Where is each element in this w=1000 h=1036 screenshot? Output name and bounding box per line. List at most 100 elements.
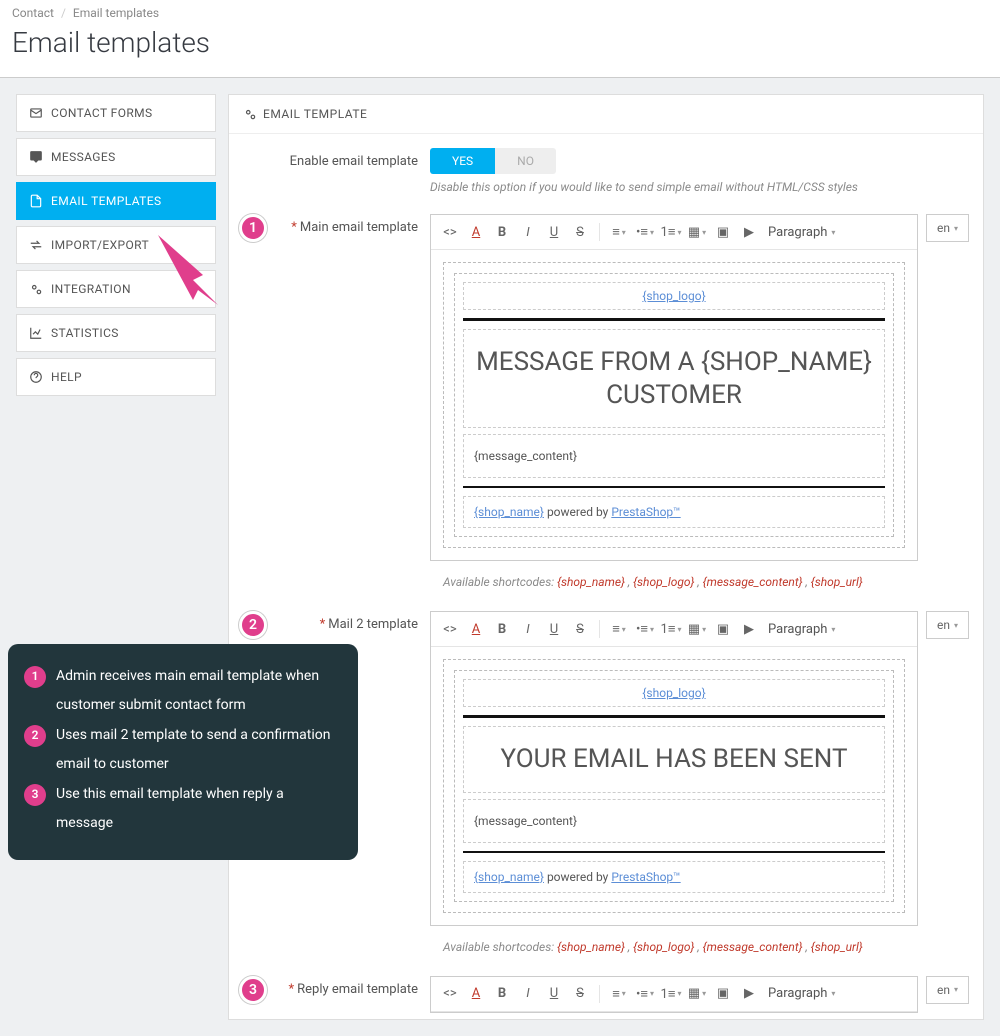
sidebar-item-integration[interactable]: INTEGRATION xyxy=(16,270,216,308)
editor-toolbar: <> A B I U S ≡ •≡ 1≡ ▦ ▣ ▶ xyxy=(431,215,917,250)
main-template-label: Main email template xyxy=(300,220,418,235)
badge-3: 3 xyxy=(239,976,267,1004)
video-icon[interactable]: ▶ xyxy=(738,983,760,1005)
shortcodes-1: Available shortcodes: {shop_name} , {sho… xyxy=(429,575,983,597)
legend-badge-3: 3 xyxy=(24,784,46,806)
file-icon xyxy=(29,194,43,208)
legend-text-1: Admin receives main email template when … xyxy=(56,662,342,721)
sidebar-item-help[interactable]: HELP xyxy=(16,358,216,396)
tpl-footer: {shop_name} powered by PrestaShop™ xyxy=(463,861,885,893)
paragraph-dropdown[interactable]: Paragraph xyxy=(764,225,839,240)
legend-badge-2: 2 xyxy=(24,725,46,747)
legend-badge-1: 1 xyxy=(24,666,46,688)
bold-icon[interactable]: B xyxy=(491,983,513,1005)
breadcrumb-sep: / xyxy=(61,6,66,20)
shortcodes-2: Available shortcodes: {shop_name} , {sho… xyxy=(429,940,983,962)
tpl-logo: {shop_logo} xyxy=(463,282,885,310)
image-icon[interactable]: ▣ xyxy=(712,221,734,243)
required-asterisk: * xyxy=(289,982,295,997)
sidebar-item-statistics[interactable]: STATISTICS xyxy=(16,314,216,352)
sidebar-item-label: EMAIL TEMPLATES xyxy=(51,194,161,208)
breadcrumb-current: Email templates xyxy=(73,6,159,20)
font-color-icon[interactable]: A xyxy=(465,983,487,1005)
number-list-icon[interactable]: 1≡ xyxy=(660,618,682,640)
lang-dropdown[interactable]: en xyxy=(926,976,969,1004)
italic-icon[interactable]: I xyxy=(517,221,539,243)
enable-toggle[interactable]: YES NO xyxy=(430,148,556,174)
table-icon[interactable]: ▦ xyxy=(686,618,708,640)
sidebar-item-label: IMPORT/EXPORT xyxy=(51,238,149,252)
bullet-list-icon[interactable]: •≡ xyxy=(634,221,656,243)
enable-label: Enable email template xyxy=(243,148,418,194)
sidebar: CONTACT FORMS MESSAGES EMAIL TEMPLATES I… xyxy=(16,94,216,1020)
video-icon[interactable]: ▶ xyxy=(738,618,760,640)
strike-icon[interactable]: S xyxy=(569,983,591,1005)
editor-main[interactable]: <> A B I U S ≡ •≡ 1≡ ▦ ▣ ▶ xyxy=(430,214,918,561)
panel-title-text: EMAIL TEMPLATE xyxy=(263,107,367,121)
legend-text-2: Uses mail 2 template to send a confirmat… xyxy=(56,721,342,780)
badge-1: 1 xyxy=(239,214,267,242)
strike-icon[interactable]: S xyxy=(569,618,591,640)
sidebar-item-label: MESSAGES xyxy=(51,150,116,164)
strike-icon[interactable]: S xyxy=(569,221,591,243)
content-panel: EMAIL TEMPLATE Enable email template YES… xyxy=(228,94,984,1020)
underline-icon[interactable]: U xyxy=(543,618,565,640)
table-icon[interactable]: ▦ xyxy=(686,983,708,1005)
tpl-message: {message_content} xyxy=(463,434,885,478)
page-header: Contact / Email templates Email template… xyxy=(0,0,1000,78)
align-icon[interactable]: ≡ xyxy=(608,618,630,640)
number-list-icon[interactable]: 1≡ xyxy=(660,221,682,243)
toggle-no[interactable]: NO xyxy=(495,148,556,174)
lang-dropdown[interactable]: en xyxy=(926,214,969,242)
cogs-icon xyxy=(29,282,43,296)
cogs-icon xyxy=(243,107,257,121)
enable-hint: Disable this option if you would like to… xyxy=(430,180,969,194)
editor-reply[interactable]: <> A B I U S ≡ •≡ 1≡ ▦ ▣ ▶ xyxy=(430,976,918,1013)
code-icon[interactable]: <> xyxy=(439,221,461,243)
bullet-list-icon[interactable]: •≡ xyxy=(634,618,656,640)
sidebar-item-contact-forms[interactable]: CONTACT FORMS xyxy=(16,94,216,132)
sidebar-item-messages[interactable]: MESSAGES xyxy=(16,138,216,176)
reply-template-label: Reply email template xyxy=(297,982,418,997)
chart-icon xyxy=(29,326,43,340)
image-icon[interactable]: ▣ xyxy=(712,983,734,1005)
font-color-icon[interactable]: A xyxy=(465,221,487,243)
breadcrumb: Contact / Email templates xyxy=(12,6,988,20)
badge-2: 2 xyxy=(239,611,267,639)
table-icon[interactable]: ▦ xyxy=(686,221,708,243)
transfer-icon xyxy=(29,238,43,252)
image-icon[interactable]: ▣ xyxy=(712,618,734,640)
sidebar-item-email-templates[interactable]: EMAIL TEMPLATES xyxy=(16,182,216,220)
code-icon[interactable]: <> xyxy=(439,983,461,1005)
required-asterisk: * xyxy=(320,617,326,632)
italic-icon[interactable]: I xyxy=(517,983,539,1005)
number-list-icon[interactable]: 1≡ xyxy=(660,983,682,1005)
help-icon xyxy=(29,370,43,384)
italic-icon[interactable]: I xyxy=(517,618,539,640)
editor-toolbar: <> A B I U S ≡ •≡ 1≡ ▦ ▣ ▶ xyxy=(431,612,917,647)
sidebar-item-import-export[interactable]: IMPORT/EXPORT xyxy=(16,226,216,264)
lang-dropdown[interactable]: en xyxy=(926,611,969,639)
legend-overlay: 1 Admin receives main email template when… xyxy=(8,644,358,860)
paragraph-dropdown[interactable]: Paragraph xyxy=(764,986,839,1001)
sidebar-item-label: STATISTICS xyxy=(51,326,119,340)
underline-icon[interactable]: U xyxy=(543,983,565,1005)
bullet-list-icon[interactable]: •≡ xyxy=(634,983,656,1005)
toggle-yes[interactable]: YES xyxy=(430,148,495,174)
sidebar-item-label: HELP xyxy=(51,370,82,384)
legend-text-3: Use this email template when reply a mes… xyxy=(56,780,342,839)
align-icon[interactable]: ≡ xyxy=(608,983,630,1005)
editor-mail2[interactable]: <> A B I U S ≡ •≡ 1≡ ▦ ▣ ▶ xyxy=(430,611,918,926)
video-icon[interactable]: ▶ xyxy=(738,221,760,243)
editor-body[interactable]: {shop_logo} YOUR EMAIL HAS BEEN SENT {me… xyxy=(431,647,917,925)
editor-body[interactable]: {shop_logo} MESSAGE FROM A {SHOP_NAME} C… xyxy=(431,250,917,560)
code-icon[interactable]: <> xyxy=(439,618,461,640)
font-color-icon[interactable]: A xyxy=(465,618,487,640)
underline-icon[interactable]: U xyxy=(543,221,565,243)
paragraph-dropdown[interactable]: Paragraph xyxy=(764,622,839,637)
envelope-icon xyxy=(29,106,43,120)
align-icon[interactable]: ≡ xyxy=(608,221,630,243)
bold-icon[interactable]: B xyxy=(491,221,513,243)
bold-icon[interactable]: B xyxy=(491,618,513,640)
breadcrumb-contact[interactable]: Contact xyxy=(12,6,54,20)
